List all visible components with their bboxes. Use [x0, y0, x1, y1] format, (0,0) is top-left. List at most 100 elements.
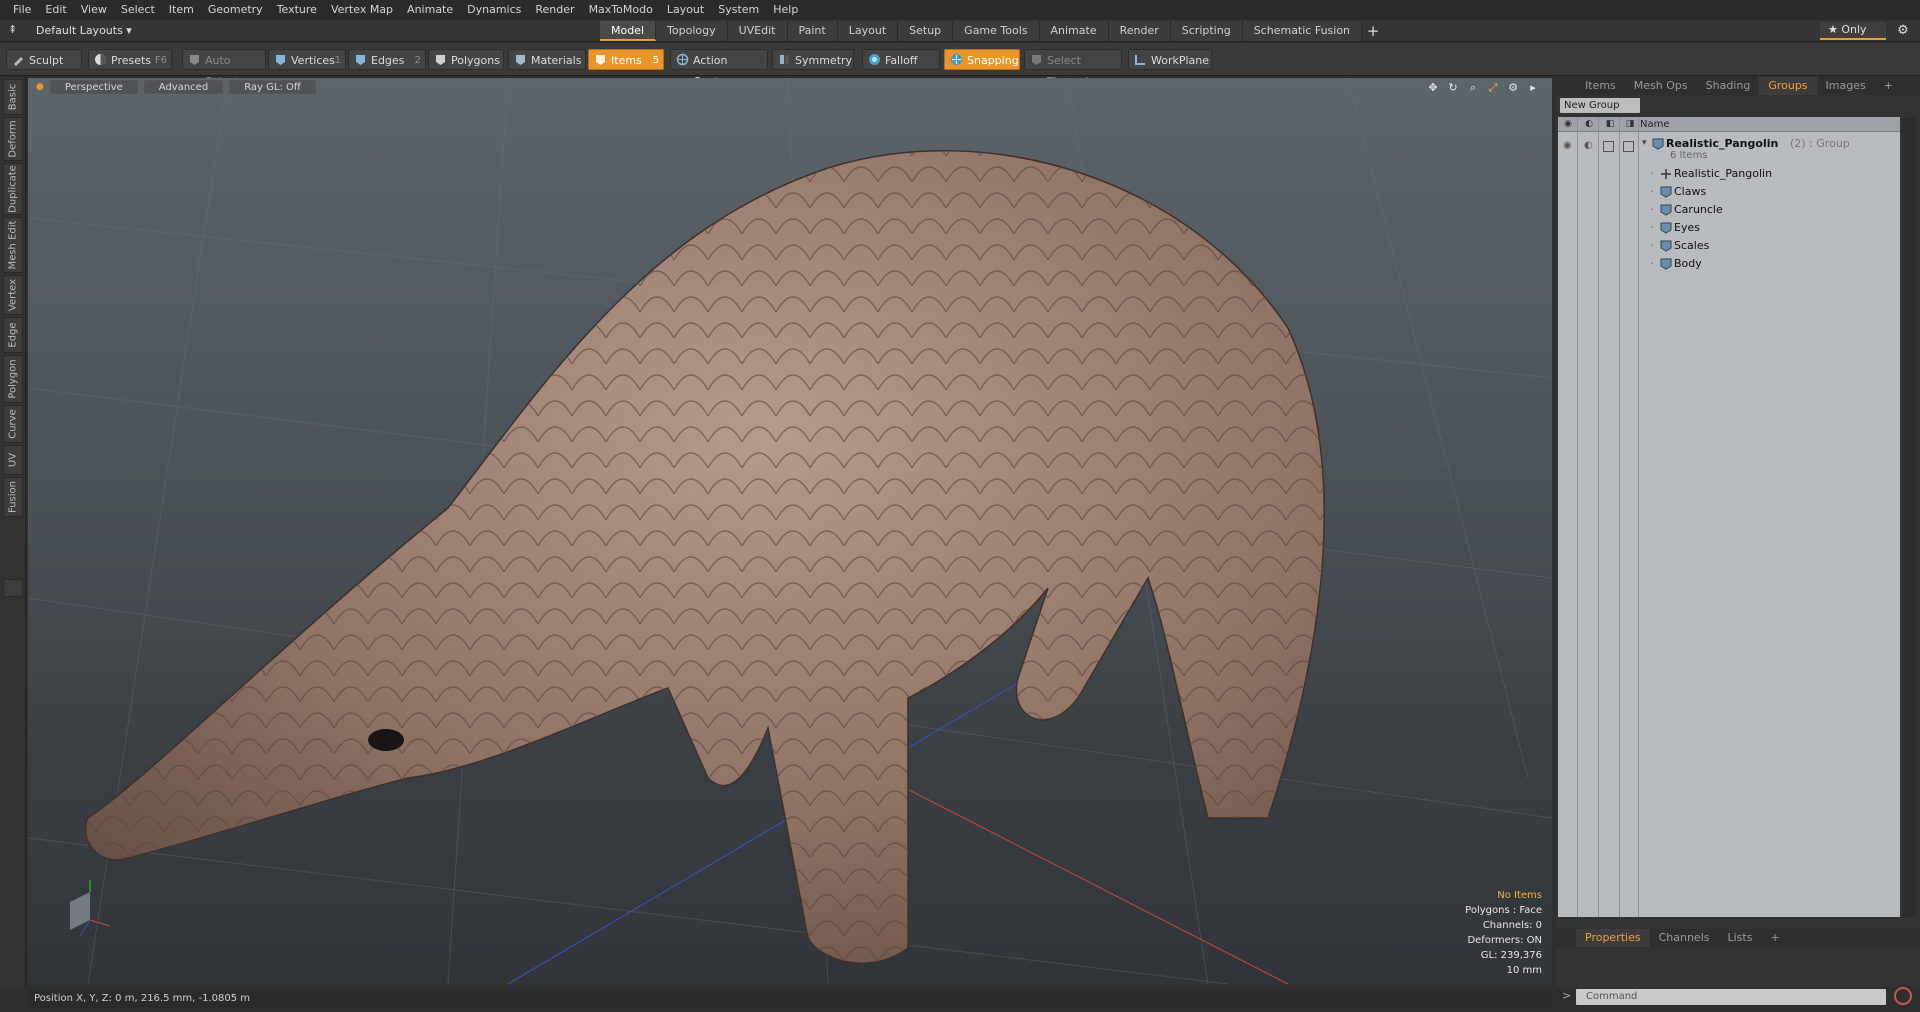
tab-layout[interactable]: Layout [837, 21, 899, 41]
action-center-button[interactable]: Action Center [670, 49, 768, 88]
tab-duplicate[interactable]: Duplicate [3, 163, 23, 215]
tab-items[interactable]: Items [1576, 77, 1625, 95]
sculpt-button[interactable]: Sculpt [6, 49, 82, 70]
workplane-button[interactable]: WorkPlane [1128, 49, 1212, 70]
rotate-icon[interactable]: ↻ [1446, 81, 1460, 95]
visibility-eye-icon[interactable]: ◉ [1563, 140, 1572, 151]
render-column-icon[interactable]: ◐ [1583, 119, 1595, 130]
command-input[interactable]: Command [1576, 989, 1886, 1005]
tab-model[interactable]: Model [600, 21, 657, 41]
lock-checkbox[interactable] [1603, 141, 1614, 152]
fit-icon[interactable]: ⤢ [1486, 81, 1500, 95]
items-button[interactable]: Items 5 [588, 49, 664, 70]
presets-button[interactable]: Presets F6 [88, 49, 172, 70]
group-list-scrollbar[interactable] [1902, 117, 1916, 917]
menu-dynamics[interactable]: Dynamics [460, 0, 528, 20]
tab-mesh-edit[interactable]: Mesh Edit [3, 217, 23, 273]
edges-button[interactable]: Edges 2 [348, 49, 426, 70]
add-tab-icon[interactable]: + [1362, 21, 1384, 41]
tab-setup[interactable]: Setup [898, 21, 954, 41]
polygons-button[interactable]: Polygons [428, 49, 504, 70]
perspective-dropdown[interactable]: Perspective [49, 80, 138, 94]
menu-layout[interactable]: Layout [660, 0, 711, 20]
symmetry-button[interactable]: Symmetry [772, 49, 854, 70]
tab-uv[interactable]: UV [3, 445, 23, 475]
add-panel-tab-icon[interactable]: + [1875, 77, 1902, 95]
tab-topology[interactable]: Topology [656, 21, 728, 41]
pan-icon[interactable]: ✥ [1426, 81, 1440, 95]
menu-help[interactable]: Help [766, 0, 805, 20]
menu-texture[interactable]: Texture [270, 0, 324, 20]
tab-edge[interactable]: Edge [3, 317, 23, 353]
gear-icon[interactable]: ⚙ [1894, 22, 1912, 40]
tab-curve[interactable]: Curve [3, 405, 23, 443]
tab-properties[interactable]: Properties [1576, 929, 1650, 947]
add-properties-tab-icon[interactable]: + [1761, 929, 1788, 947]
menu-render[interactable]: Render [528, 0, 581, 20]
shading-dropdown[interactable]: Advanced [143, 80, 224, 94]
layout-selector[interactable]: Default Layouts ▾ [28, 23, 140, 39]
menu-file[interactable]: File [6, 0, 38, 20]
falloff-button[interactable]: Falloff [862, 49, 940, 70]
snapping-button[interactable]: Snapping [944, 49, 1020, 70]
tab-images[interactable]: Images [1817, 77, 1875, 95]
tab-schematic-fusion[interactable]: Schematic Fusion [1242, 21, 1363, 41]
menu-item[interactable]: Item [162, 0, 201, 20]
group-item-realistic-pangolin[interactable]: · Realistic_Pangolin [1558, 165, 1900, 183]
select-column-icon[interactable]: ◨ [1624, 119, 1636, 130]
select-through-button[interactable]: Select Through [1024, 49, 1122, 88]
group-item-eyes[interactable]: · Eyes [1558, 219, 1900, 237]
tab-fusion[interactable]: Fusion [3, 477, 23, 517]
tab-game-tools[interactable]: Game Tools [953, 21, 1040, 41]
group-row[interactable]: ◉ ◐ ▾ Realistic_Pangolin (2) : Group 6 I… [1558, 135, 1900, 165]
viewport-settings-icon[interactable]: ⚙ [1506, 81, 1520, 95]
group-item-caruncle[interactable]: · Caruncle [1558, 201, 1900, 219]
raygl-dropdown[interactable]: Ray GL: Off [229, 80, 316, 94]
tab-channels[interactable]: Channels [1650, 929, 1719, 947]
expand-arrow-icon[interactable]: ▸ [1526, 81, 1540, 95]
menu-system[interactable]: System [711, 0, 766, 20]
render-toggle-icon[interactable]: ◐ [1584, 140, 1593, 151]
tab-vertex[interactable]: Vertex [3, 275, 23, 315]
menu-view[interactable]: View [74, 0, 114, 20]
name-column-header[interactable]: Name [1640, 117, 1670, 132]
menu-animate[interactable]: Animate [400, 0, 460, 20]
auto-select-button[interactable]: Auto Select [182, 49, 266, 88]
only-button[interactable]: ★ Only [1820, 22, 1886, 40]
new-group-button[interactable]: New Group [1560, 98, 1640, 113]
record-icon[interactable] [1894, 987, 1912, 1005]
group-list-header: ◉ ◐ ◧ ◨ Name [1558, 117, 1900, 132]
tab-animate[interactable]: Animate [1039, 21, 1109, 41]
tab-groups[interactable]: Groups [1759, 77, 1817, 95]
group-item-claws[interactable]: · Claws [1558, 183, 1900, 201]
layout-menu-icon[interactable]: ⇞ [8, 23, 17, 36]
tab-mesh-ops[interactable]: Mesh Ops [1625, 77, 1697, 95]
menu-geometry[interactable]: Geometry [201, 0, 270, 20]
menu-vertex-map[interactable]: Vertex Map [324, 0, 400, 20]
group-item-scales[interactable]: · Scales [1558, 237, 1900, 255]
lock-column-icon[interactable]: ◧ [1604, 119, 1616, 130]
collapse-icon[interactable]: ▾ [1642, 138, 1647, 148]
materials-button[interactable]: Materials [508, 49, 586, 70]
tab-render[interactable]: Render [1108, 21, 1171, 41]
menu-select[interactable]: Select [114, 0, 162, 20]
3d-viewport[interactable]: ● Perspective Advanced Ray GL: Off ✥ ↻ ⌕… [28, 78, 1552, 984]
palette-toggle-button[interactable] [3, 579, 23, 597]
tab-basic[interactable]: Basic [3, 79, 23, 115]
menu-edit[interactable]: Edit [38, 0, 73, 20]
tab-lists[interactable]: Lists [1719, 929, 1762, 947]
tab-uvedit[interactable]: UVEdit [727, 21, 788, 41]
viewport-menu-icon[interactable]: ● [36, 82, 44, 92]
pangolin-model [84, 150, 1325, 964]
tab-polygon[interactable]: Polygon [3, 355, 23, 403]
zoom-icon[interactable]: ⌕ [1466, 81, 1480, 95]
tab-deform[interactable]: Deform [3, 117, 23, 161]
select-checkbox[interactable] [1623, 141, 1634, 152]
vertices-button[interactable]: Vertices 1 [268, 49, 346, 70]
tab-scripting[interactable]: Scripting [1170, 21, 1243, 41]
tab-paint[interactable]: Paint [787, 21, 838, 41]
menu-maxtomodo[interactable]: MaxToModo [582, 0, 660, 20]
tab-shading[interactable]: Shading [1697, 77, 1760, 95]
visibility-column-icon[interactable]: ◉ [1562, 119, 1574, 130]
group-item-body[interactable]: · Body [1558, 255, 1900, 273]
